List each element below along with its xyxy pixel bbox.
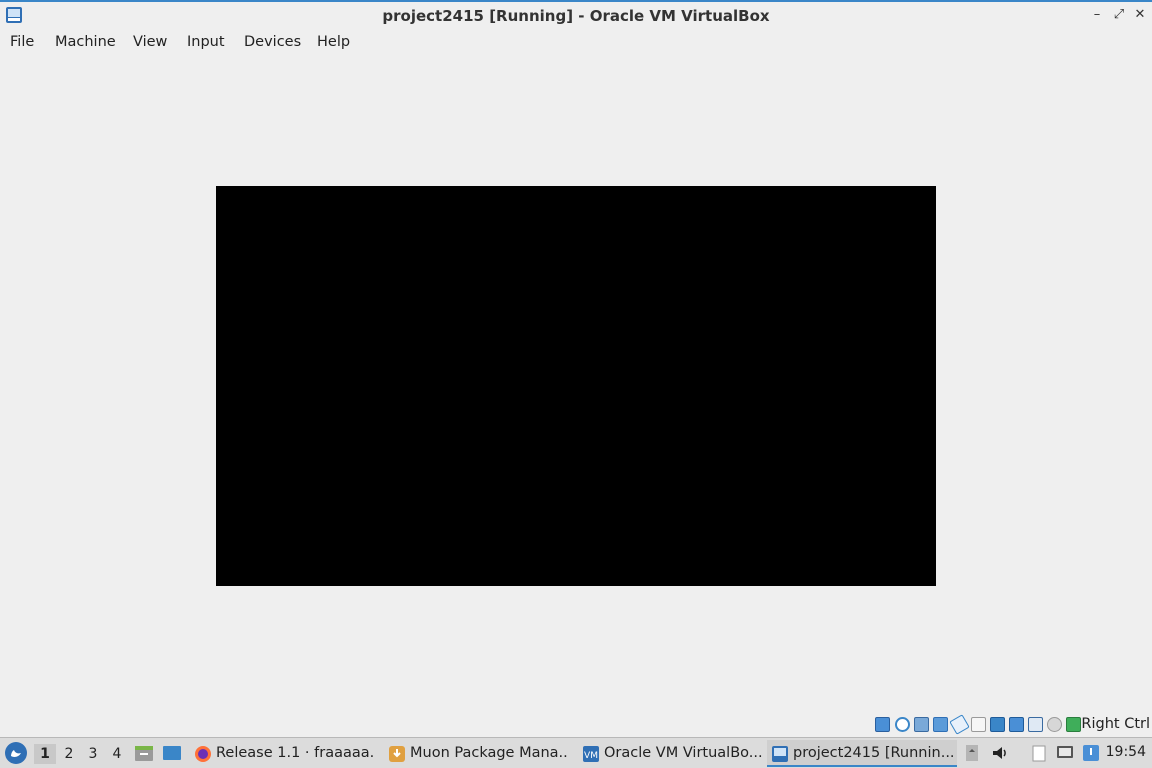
taskbar: 1 2 3 4 Release 1.1 · fraaaaa... Muon Pa… bbox=[0, 737, 1152, 768]
muon-icon bbox=[389, 746, 405, 762]
show-desktop-icon[interactable] bbox=[162, 744, 182, 762]
menu-input[interactable]: Input bbox=[185, 34, 227, 50]
volume-icon[interactable] bbox=[991, 744, 1009, 762]
clipboard-icon[interactable] bbox=[1030, 744, 1048, 762]
task-label: project2415 [Runnin... bbox=[793, 745, 955, 761]
desktop-2[interactable]: 2 bbox=[58, 744, 80, 764]
start-menu-icon[interactable] bbox=[4, 741, 28, 765]
task-muon[interactable]: Muon Package Mana... bbox=[384, 740, 569, 767]
clock[interactable]: 19:54 bbox=[1106, 744, 1146, 760]
file-manager-icon[interactable] bbox=[134, 744, 154, 762]
video-capture-icon[interactable] bbox=[1009, 717, 1024, 732]
display-icon[interactable] bbox=[990, 717, 1005, 732]
firefox-icon bbox=[195, 746, 211, 762]
network-icon[interactable] bbox=[933, 717, 948, 732]
menu-machine[interactable]: Machine bbox=[53, 34, 118, 50]
svg-text:VM: VM bbox=[584, 751, 598, 761]
recording-icon[interactable] bbox=[1028, 717, 1043, 732]
minimize-button[interactable]: – bbox=[1088, 6, 1106, 24]
menu-help[interactable]: Help bbox=[315, 34, 352, 50]
task-virtualbox-manager[interactable]: VM Oracle VM VirtualBo... bbox=[578, 740, 763, 767]
task-label: Muon Package Mana... bbox=[410, 745, 569, 761]
update-notifier-icon[interactable] bbox=[1082, 744, 1100, 762]
menu-devices[interactable]: Devices bbox=[242, 34, 303, 50]
desktop-3[interactable]: 3 bbox=[82, 744, 104, 764]
host-key-label: Right Ctrl bbox=[1081, 716, 1150, 732]
virtualbox-vm-icon bbox=[772, 746, 788, 762]
task-project2415[interactable]: project2415 [Runnin... bbox=[767, 740, 957, 767]
cpu-icon[interactable] bbox=[1047, 717, 1062, 732]
window-title: project2415 [Running] - Oracle VM Virtua… bbox=[382, 7, 770, 25]
task-label: Oracle VM VirtualBo... bbox=[604, 745, 763, 761]
hard-disk-icon[interactable] bbox=[875, 717, 890, 732]
maximize-button[interactable]: ⤢ bbox=[1110, 6, 1128, 24]
task-label: Release 1.1 · fraaaaa... bbox=[216, 745, 375, 761]
close-button[interactable]: ✕ bbox=[1131, 6, 1149, 24]
desktop-4[interactable]: 4 bbox=[106, 744, 128, 764]
scroll-indicator-icon[interactable] bbox=[963, 744, 981, 762]
window-titlebar[interactable]: project2415 [Running] - Oracle VM Virtua… bbox=[0, 0, 1152, 29]
desktop-1[interactable]: 1 bbox=[34, 744, 56, 764]
virtualbox-icon: VM bbox=[583, 746, 599, 762]
optical-drive-icon[interactable] bbox=[895, 717, 910, 732]
mouse-integration-icon[interactable] bbox=[1066, 717, 1081, 732]
vm-display[interactable] bbox=[216, 186, 936, 586]
task-firefox[interactable]: Release 1.1 · fraaaaa... bbox=[190, 740, 375, 767]
menubar: File Machine View Input Devices Help bbox=[0, 29, 1152, 57]
shared-folders-icon[interactable] bbox=[971, 717, 986, 732]
menu-file[interactable]: File bbox=[8, 34, 36, 50]
menu-view[interactable]: View bbox=[131, 34, 169, 50]
network-tray-icon[interactable] bbox=[1056, 744, 1074, 762]
usb-icon[interactable] bbox=[949, 714, 970, 735]
audio-icon[interactable] bbox=[914, 717, 929, 732]
vm-statusbar: Right Ctrl bbox=[0, 714, 1152, 736]
